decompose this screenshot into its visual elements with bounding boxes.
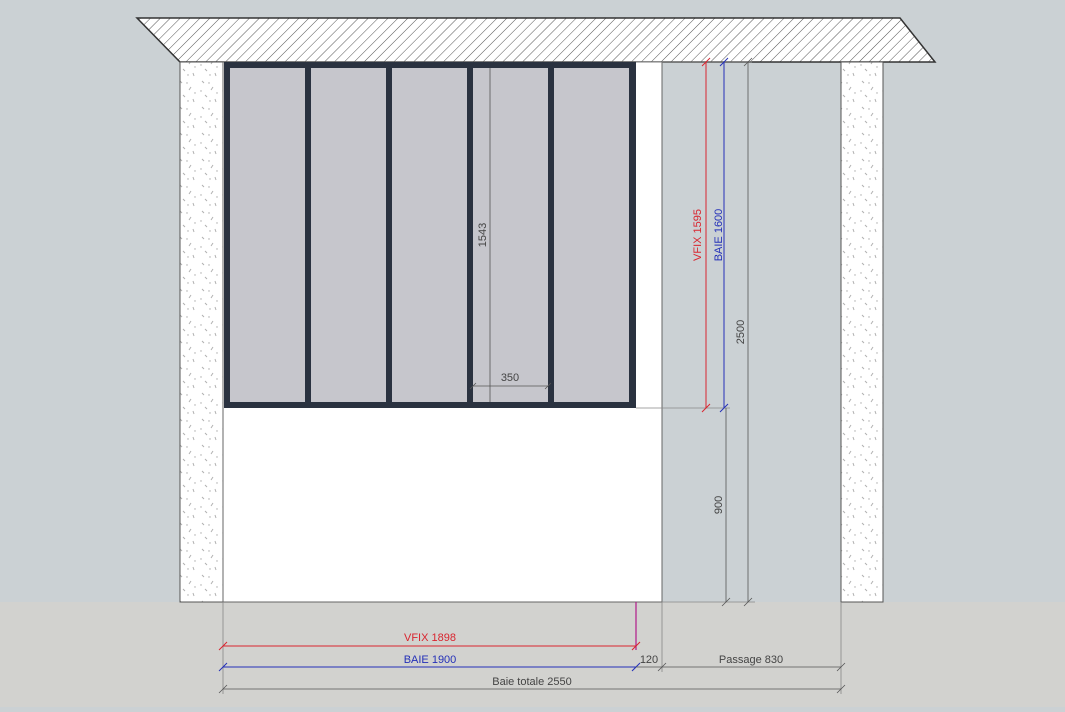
glass-pane-5 [554, 68, 629, 402]
elevation-drawing: 1543 350 VFIX 1595 BAIE 1600 900 2500 VF… [0, 0, 1065, 707]
left-pillar [179, 61, 224, 603]
total-width-label: Baie totale 2550 [492, 676, 572, 688]
baie-height-label: BAIE 1600 [713, 209, 725, 262]
glass-pane-1 [230, 68, 305, 402]
vfix-height-label: VFIX 1595 [692, 209, 704, 261]
glass-pane-2 [311, 68, 386, 402]
vfix-width-label: VFIX 1898 [404, 632, 456, 644]
total-height-label: 2500 [735, 320, 747, 344]
glass-pane-3 [392, 68, 467, 402]
floor-band [0, 602, 1065, 707]
gap-width-label: 120 [640, 654, 658, 666]
sill-height-label: 900 [713, 496, 725, 514]
ceiling-beam [135, 17, 937, 63]
glass-partition [224, 62, 636, 408]
passage-width-label: Passage 830 [719, 654, 783, 666]
elevation-svg: 1543 350 VFIX 1595 BAIE 1600 900 2500 VF… [0, 17, 1065, 707]
baie-width-label: BAIE 1900 [404, 654, 457, 666]
glass-height-label: 1543 [477, 223, 489, 247]
right-pillar [840, 61, 884, 603]
panel-width-label: 350 [501, 372, 519, 384]
